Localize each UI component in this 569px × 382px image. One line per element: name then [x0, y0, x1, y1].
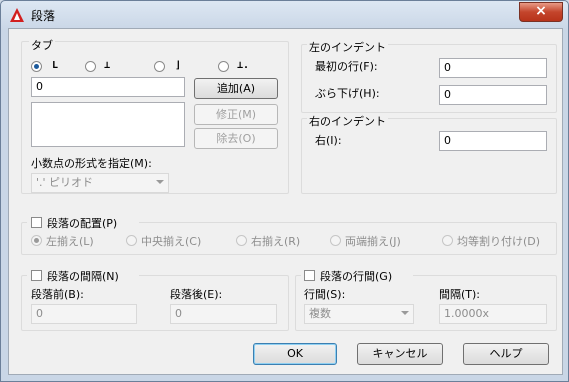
line-spacing-type-select[interactable]: 複数	[304, 304, 414, 324]
tab-list[interactable]	[31, 102, 185, 147]
delete-tab-button[interactable]: 除去(O)	[194, 128, 278, 149]
tab-center-icon: ⊥	[104, 60, 111, 71]
tab-right-icon: ⌋	[175, 60, 182, 71]
hanging-label: ぶら下げ(H):	[315, 87, 380, 100]
close-button[interactable]: ×	[519, 2, 563, 22]
chevron-down-icon	[401, 311, 409, 315]
alignment-checkbox-label: 段落の配置(P)	[47, 217, 118, 230]
line-spacing-checkbox-label: 段落の行間(G)	[320, 270, 393, 283]
tab-group-title: タブ	[29, 37, 55, 53]
line-spacing-checkbox[interactable]	[304, 270, 315, 281]
right-indent-title: 右のインデント	[307, 113, 388, 129]
decimal-format-select[interactable]: '.' ピリオド	[31, 173, 169, 193]
after-input[interactable]: 0	[170, 304, 277, 324]
align-justify-label: 両端揃え(J)	[345, 235, 401, 248]
tab-decimal-icon: ⊥.	[237, 60, 250, 71]
first-line-input[interactable]: 0	[439, 58, 547, 78]
before-input[interactable]: 0	[31, 304, 137, 324]
left-indent-title: 左のインデント	[307, 39, 388, 55]
decimal-format-value: '.' ピリオド	[36, 176, 94, 189]
tab-left-icon: L	[52, 60, 59, 71]
align-center-radio[interactable]	[126, 235, 137, 246]
align-left-radio[interactable]	[31, 235, 42, 246]
title-bar[interactable]: 段落 ×	[1, 1, 568, 29]
align-justify-radio[interactable]	[330, 235, 341, 246]
align-center-label: 中央揃え(C)	[141, 235, 202, 248]
decimal-format-label: 小数点の形式を指定(M):	[31, 157, 152, 170]
align-right-radio[interactable]	[236, 235, 247, 246]
alignment-checkbox[interactable]	[31, 217, 42, 228]
tab-position-input[interactable]: 0	[31, 77, 185, 97]
autocad-logo-icon	[10, 8, 24, 22]
window-title: 段落	[31, 9, 56, 23]
right-indent-group	[301, 118, 557, 194]
right-label: 右(I):	[315, 134, 342, 147]
spacing-checkbox-label: 段落の間隔(N)	[47, 270, 119, 283]
ok-button[interactable]: OK	[253, 343, 337, 365]
modify-tab-button[interactable]: 修正(M)	[194, 104, 278, 125]
cancel-button[interactable]: キャンセル	[357, 343, 443, 365]
interval-input[interactable]: 1.0000x	[439, 304, 547, 324]
first-line-label: 最初の行(F):	[315, 60, 378, 73]
chevron-down-icon	[156, 180, 164, 184]
dialog-window: 段落 × タブ L ⊥ ⌋ ⊥. 0 追加(A) 修正(M) 除去(O) 小数点…	[0, 0, 569, 382]
add-tab-button[interactable]: 追加(A)	[194, 78, 278, 99]
tab-center-radio[interactable]	[85, 61, 96, 72]
help-button[interactable]: ヘルプ	[463, 343, 549, 365]
after-label: 段落後(E):	[170, 288, 223, 301]
tab-right-radio[interactable]	[154, 61, 165, 72]
tab-left-radio[interactable]	[31, 61, 42, 72]
align-distribute-label: 均等割り付け(D)	[457, 235, 541, 248]
dialog-body: タブ L ⊥ ⌋ ⊥. 0 追加(A) 修正(M) 除去(O) 小数点の形式を指…	[8, 28, 563, 375]
tab-decimal-radio[interactable]	[218, 61, 229, 72]
align-right-label: 右揃え(R)	[251, 235, 301, 248]
hanging-input[interactable]: 0	[439, 85, 547, 105]
interval-label: 間隔(T):	[439, 288, 481, 301]
align-left-label: 左揃え(L)	[46, 235, 94, 248]
align-distribute-radio[interactable]	[442, 235, 453, 246]
before-label: 段落前(B):	[31, 288, 84, 301]
line-spacing-type-value: 複数	[309, 307, 331, 320]
right-indent-input[interactable]: 0	[439, 131, 547, 151]
spacing-checkbox[interactable]	[31, 270, 42, 281]
line-spacing-type-label: 行間(S):	[304, 288, 346, 301]
